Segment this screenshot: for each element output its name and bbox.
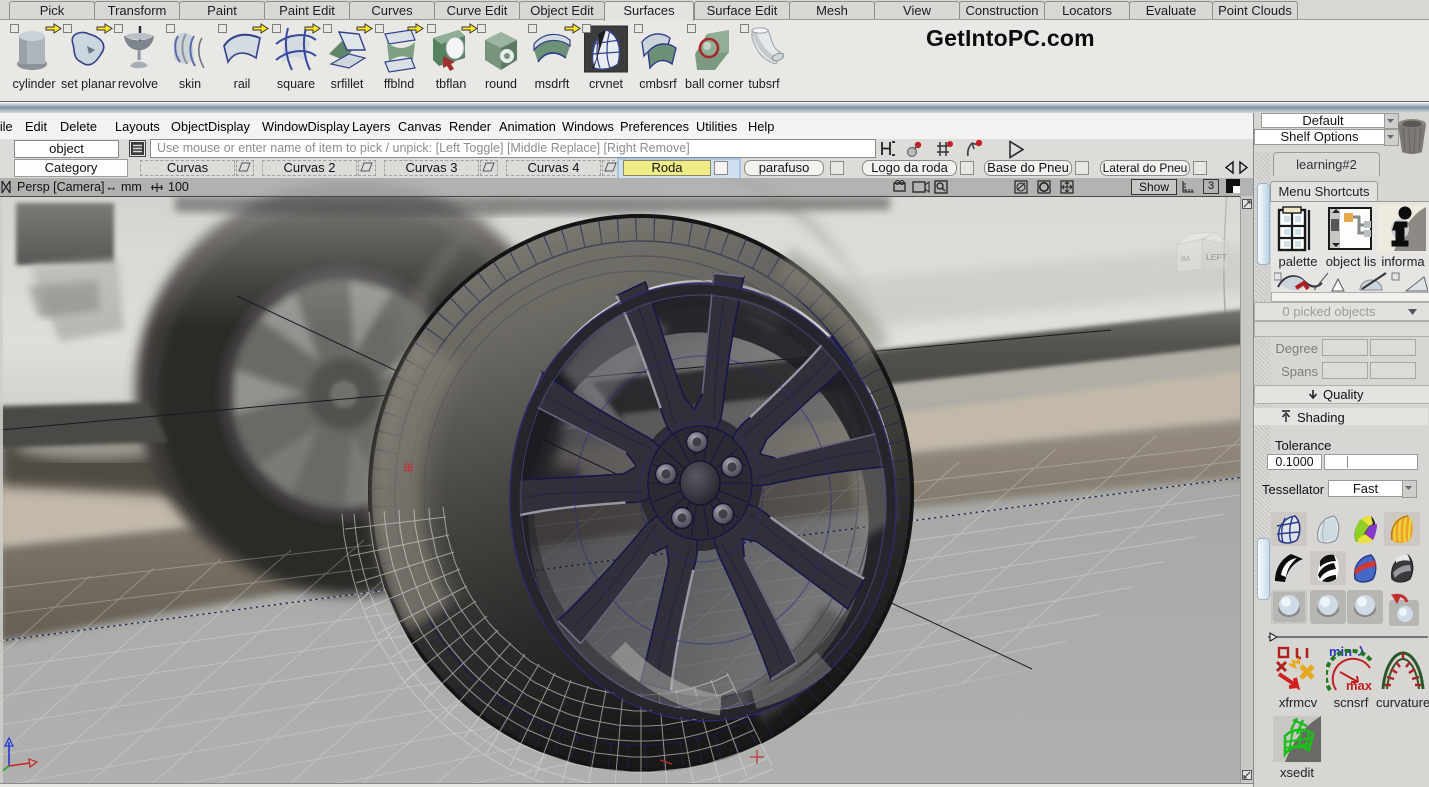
svg-text:max: max bbox=[1346, 678, 1373, 692]
svg-text:LEFT: LEFT bbox=[1206, 252, 1227, 262]
svg-text:BA: BA bbox=[1181, 256, 1191, 263]
